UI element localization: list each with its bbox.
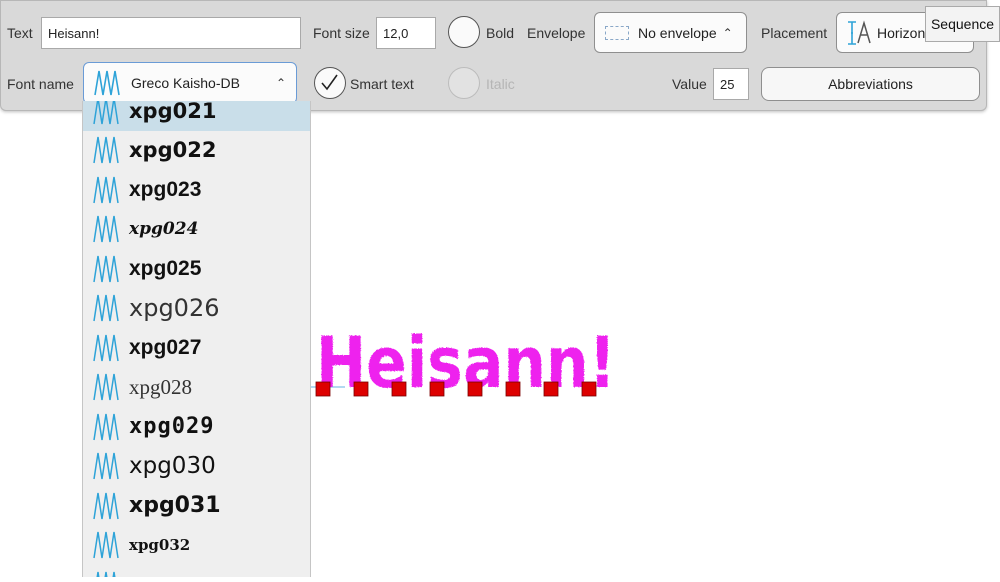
font-name-value: Greco Kaisho-DB	[131, 75, 240, 91]
abbreviations-button[interactable]: Abbreviations	[761, 67, 980, 101]
italic-label: Italic	[486, 76, 515, 92]
embroidery-zigzag-icon	[93, 492, 119, 519]
letter-handle[interactable]	[315, 381, 331, 397]
text-baseline-icon	[848, 19, 871, 45]
font-list-item-label: xpg028	[129, 374, 192, 399]
design-canvas[interactable]: Heisann!	[311, 112, 1000, 577]
embroidery-zigzag-icon	[93, 176, 119, 203]
letter-handle[interactable]	[581, 381, 597, 397]
envelope-label: Envelope	[527, 25, 586, 41]
embroidery-zigzag-icon	[93, 413, 119, 440]
bold-checkbox[interactable]	[448, 16, 480, 48]
text-input[interactable]: Heisann!	[41, 17, 301, 49]
embroidery-zigzag-icon	[93, 255, 119, 282]
embroidery-zigzag-icon	[96, 571, 116, 577]
font-dropdown-list[interactable]: xpg021 xpg022 xpg023 xpg024 xpg025 xpg02…	[82, 101, 311, 577]
font-list-item[interactable]: xpg030	[83, 447, 310, 487]
font-list-item-label: xpg027	[129, 335, 202, 359]
envelope-value: No envelope	[638, 24, 717, 41]
embroidery-zigzag-icon	[94, 70, 120, 96]
font-list-item[interactable]: xpg032	[83, 526, 310, 566]
embroidery-text-toolbar: Text Heisann! Font size 12,0 Bold Envelo…	[0, 0, 987, 111]
placement-value: Horizon	[877, 24, 926, 41]
embroidery-zigzag-icon	[93, 101, 119, 124]
font-list-item-label: xpg029	[129, 414, 215, 440]
embroidery-zigzag-icon	[93, 532, 119, 559]
letter-handle[interactable]	[505, 381, 521, 397]
text-label: Text	[7, 25, 33, 41]
font-list-item-label: xpg032	[129, 536, 191, 555]
smart-text-checkbox[interactable]	[314, 67, 346, 99]
font-list-item[interactable]: xpg024	[83, 210, 310, 250]
letter-handle[interactable]	[467, 381, 483, 397]
font-list-item-label: xpg023	[129, 177, 202, 201]
embroidery-preview[interactable]: Heisann!	[311, 112, 1000, 577]
font-list-item-label: xpg022	[129, 138, 217, 163]
chevron-updown-icon: ⌃	[722, 25, 733, 40]
font-list-item[interactable]: xpg022	[83, 131, 310, 171]
font-size-input[interactable]: 12,0	[376, 17, 436, 49]
font-list-item-partial[interactable]	[83, 565, 310, 577]
font-list-item-label: xpg026	[129, 294, 220, 323]
chevron-updown-icon: ⌃	[275, 76, 286, 90]
embroidery-zigzag-icon	[93, 334, 119, 361]
embroidery-zigzag-icon	[93, 216, 119, 243]
letter-handle[interactable]	[543, 381, 559, 397]
checkmark-icon	[321, 74, 338, 91]
font-list-item-label: xpg021	[129, 101, 217, 123]
font-list-item-label: xpg030	[129, 453, 216, 480]
value-label: Value	[672, 76, 707, 92]
envelope-select[interactable]: No envelope ⌃	[594, 12, 747, 53]
italic-checkbox[interactable]	[448, 67, 480, 99]
embroidery-zigzag-icon	[93, 295, 119, 322]
letter-handle[interactable]	[429, 381, 445, 397]
embroidery-zigzag-icon	[93, 137, 119, 164]
value-input[interactable]: 25	[713, 68, 749, 100]
bold-label: Bold	[486, 25, 515, 41]
font-list-item[interactable]: xpg021	[83, 101, 310, 131]
font-name-select[interactable]: Greco Kaisho-DB ⌃	[83, 62, 297, 104]
font-list-item[interactable]: xpg028	[83, 368, 310, 408]
font-list-item-label: xpg024	[129, 219, 199, 240]
smart-text-label: Smart text	[350, 76, 414, 92]
font-list-item[interactable]: xpg031	[83, 486, 310, 526]
letter-handle[interactable]	[391, 381, 407, 397]
font-list-item[interactable]: xpg025	[83, 249, 310, 289]
embroidery-zigzag-icon	[93, 453, 119, 480]
envelope-preview-icon	[605, 25, 629, 40]
font-size-label: Font size	[313, 25, 370, 41]
font-list-item-label: xpg031	[129, 493, 221, 519]
sequence-tooltip: Sequence	[925, 6, 1000, 42]
font-list-item[interactable]: xpg029	[83, 407, 310, 447]
letter-handle[interactable]	[353, 381, 369, 397]
placement-label: Placement	[761, 25, 828, 41]
font-list-item[interactable]: xpg027	[83, 328, 310, 368]
font-list-item-label: xpg025	[129, 256, 202, 280]
font-list-item[interactable]: xpg023	[83, 170, 310, 210]
font-name-label: Font name	[7, 76, 74, 92]
embroidery-zigzag-icon	[93, 374, 119, 401]
font-list-item[interactable]: xpg026	[83, 289, 310, 329]
